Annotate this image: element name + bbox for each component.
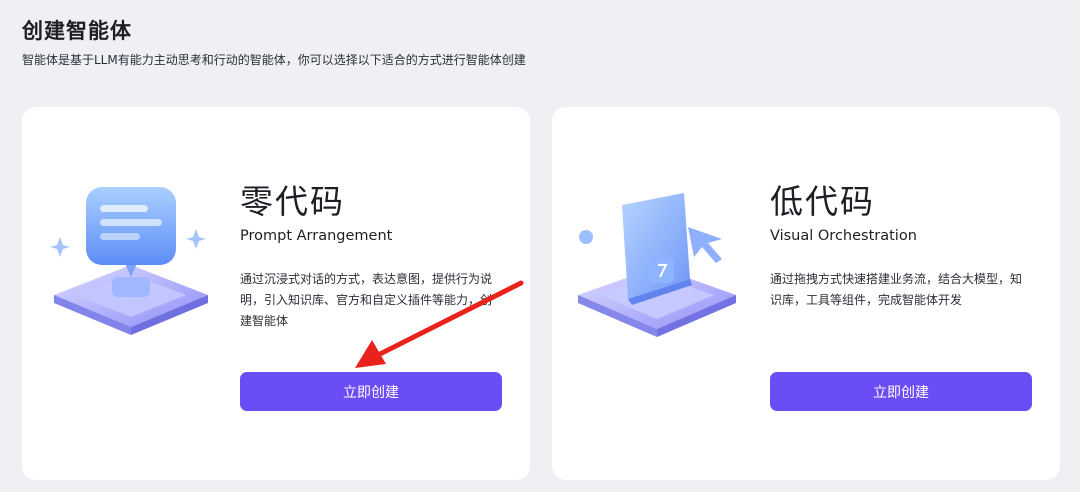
low-code-card[interactable]: 低代码 Visual Orchestration 通过拖拽方式快速搭建业务流，结… bbox=[552, 107, 1060, 480]
page-subtitle: 智能体是基于LLM有能力主动思考和行动的智能体，你可以选择以下适合的方式进行智能… bbox=[22, 53, 526, 67]
card-subtitle: Prompt Arrangement bbox=[240, 228, 393, 244]
chat-bubble-illustration-icon bbox=[50, 187, 208, 335]
create-agent-page: 创建智能体 智能体是基于LLM有能力主动思考和行动的智能体，你可以选择以下适合的… bbox=[0, 0, 1080, 492]
page-title: 创建智能体 bbox=[22, 19, 132, 43]
cursor-window-illustration-icon bbox=[578, 193, 736, 337]
card-title: 低代码 bbox=[770, 182, 875, 221]
card-description: 通过沉浸式对话的方式，表达意图，提供行为说明，引入知识库、官方和自定义插件等能力… bbox=[240, 272, 493, 328]
zero-code-card[interactable]: 零代码 Prompt Arrangement 通过沉浸式对话的方式，表达意图，提… bbox=[22, 107, 530, 480]
card-title: 零代码 bbox=[240, 182, 345, 221]
card-subtitle: Visual Orchestration bbox=[770, 228, 917, 244]
card-description: 通过拖拽方式快速搭建业务流，结合大模型，知识库，工具等组件，完成智能体开发 bbox=[770, 272, 1023, 307]
create-zero-code-button[interactable]: 立即创建 bbox=[240, 372, 502, 411]
create-low-code-button[interactable]: 立即创建 bbox=[770, 372, 1032, 411]
